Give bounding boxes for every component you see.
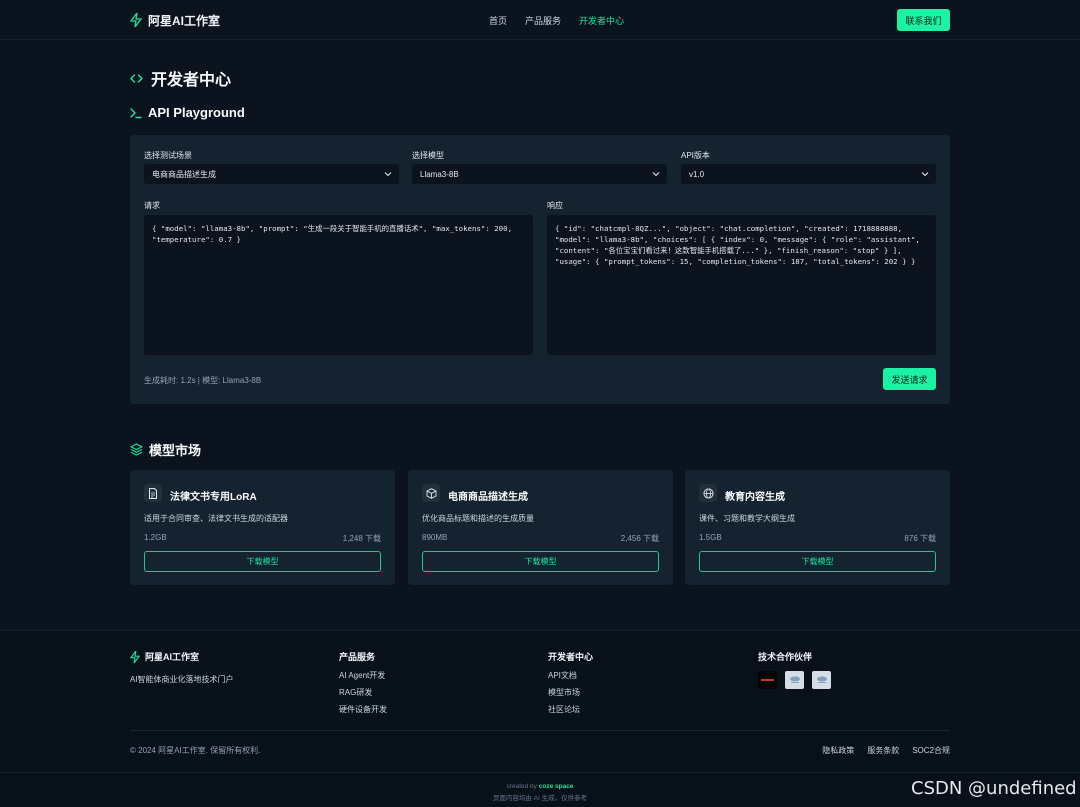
model-label: 选择模型 — [412, 151, 444, 160]
request-editor[interactable]: { "model": "llama3-8b", "prompt": "生成一段关… — [144, 215, 533, 355]
footer-products-column: 产品服务 AI Agent开发 RAG研发 硬件设备开发 — [339, 650, 387, 715]
footer-link[interactable]: RAG研发 — [339, 687, 387, 698]
created-prefix: created by — [506, 783, 537, 790]
lightning-icon — [130, 13, 142, 27]
footer-link[interactable]: API文档 — [548, 670, 593, 681]
footer-link[interactable]: 硬件设备开发 — [339, 704, 387, 715]
scenario-value: 电商商品描述生成 — [152, 169, 216, 179]
partner-logo[interactable] — [758, 671, 777, 689]
main-nav: 首页 产品服务 开发者中心 — [489, 14, 624, 27]
footer-products-title: 产品服务 — [339, 652, 376, 662]
footer-brand: 阿星AI工作室 — [145, 652, 200, 662]
generation-meta: 生成耗时: 1.2s | 模型: Llama3-8B — [144, 376, 262, 385]
card-title: 电商商品描述生成 — [448, 492, 528, 503]
download-model-button[interactable]: 下载模型 — [699, 551, 936, 572]
card-icon-badge — [699, 484, 717, 502]
footer-partners-title: 技术合作伙伴 — [758, 652, 813, 662]
legal-links: 隐私政策 服务条款 SOC2合规 — [822, 745, 950, 756]
playground-heading: API Playground — [130, 105, 245, 120]
send-request-button[interactable]: 发送请求 — [883, 368, 936, 390]
nav-products[interactable]: 产品服务 — [525, 14, 561, 27]
partner-logo[interactable] — [785, 671, 804, 689]
terminal-icon — [130, 107, 142, 118]
footer-developer-column: 开发者中心 API文档 模型市场 社区论坛 — [548, 650, 593, 715]
nav-home[interactable]: 首页 — [489, 14, 507, 27]
box-icon — [426, 487, 436, 499]
card-description: 优化商品标题和描述的生成质量 — [422, 514, 534, 523]
model-value: Llama3-8B — [420, 169, 459, 179]
version-label: API版本 — [681, 151, 710, 160]
card-size: 1.2GB — [144, 533, 167, 542]
footer-dev-title: 开发者中心 — [548, 652, 594, 662]
card-title: 法律文书专用LoRA — [170, 492, 257, 503]
partner-mark — [816, 676, 827, 683]
code-icon — [130, 73, 143, 83]
document-icon — [149, 487, 157, 499]
chevron-down-icon — [921, 172, 929, 177]
page-title: 开发者中心 — [130, 66, 231, 90]
card-size: 1.5GB — [699, 533, 722, 542]
partner-mark — [789, 676, 800, 683]
partner-mark — [761, 679, 774, 681]
csdn-watermark: CSDN @undefined — [911, 778, 1077, 799]
card-downloads: 2,456 下载 — [620, 534, 659, 543]
download-model-button[interactable]: 下载模型 — [422, 551, 659, 572]
top-navbar: 阿星AI工作室 首页 产品服务 开发者中心 联系我们 — [0, 0, 1080, 40]
card-downloads: 876 下载 — [904, 534, 936, 543]
footer-divider — [130, 730, 950, 731]
chevron-down-icon — [652, 172, 660, 177]
card-downloads: 1,248 下载 — [342, 534, 381, 543]
model-card: 法律文书专用LoRA 适用于合同审查、法律文书生成的适配器 1.2GB 1,24… — [130, 470, 395, 585]
response-output: { "id": "chatcmpl-8QZ...", "object": "ch… — [547, 215, 936, 355]
card-icon-badge — [422, 484, 440, 502]
footer-link[interactable]: 模型市场 — [548, 687, 593, 698]
playground-title: API Playground — [148, 105, 245, 120]
page-title-text: 开发者中心 — [151, 72, 232, 89]
request-label: 请求 — [144, 201, 160, 210]
created-brand[interactable]: coze space — [539, 783, 574, 790]
market-title: 模型市场 — [149, 443, 202, 458]
response-label: 响应 — [547, 201, 563, 210]
footer-link[interactable]: AI Agent开发 — [339, 670, 387, 681]
copyright: © 2024 阿星AI工作室. 保留所有权利. — [130, 746, 261, 755]
card-description: 课件、习题和教学大纲生成 — [699, 514, 795, 523]
brand-logo[interactable]: 阿星AI工作室 — [130, 11, 220, 29]
footer-brand-column: 阿星AI工作室 AI智能体商业化落地技术门户 — [130, 650, 234, 685]
footer-tagline: AI智能体商业化落地技术门户 — [130, 675, 234, 684]
brand-name: 阿星AI工作室 — [148, 13, 221, 28]
footer-partners-column: 技术合作伙伴 — [758, 650, 831, 689]
card-size: 890MB — [422, 533, 448, 542]
lightning-icon — [130, 650, 140, 663]
model-card: 电商商品描述生成 优化商品标题和描述的生成质量 890MB 2,456 下载 下… — [408, 470, 673, 585]
contact-us-button[interactable]: 联系我们 — [897, 9, 950, 31]
version-select[interactable]: v1.0 — [681, 164, 936, 184]
api-playground-panel: 选择测试场景 电商商品描述生成 选择模型 Llama3-8B API版本 v1.… — [130, 135, 950, 404]
nav-developer-center[interactable]: 开发者中心 — [579, 14, 624, 27]
scenario-select[interactable]: 电商商品描述生成 — [144, 164, 399, 184]
soc2-link[interactable]: SOC2合规 — [912, 745, 950, 756]
version-value: v1.0 — [689, 169, 705, 179]
layers-icon — [130, 443, 143, 456]
chevron-down-icon — [384, 172, 392, 177]
card-title: 教育内容生成 — [725, 492, 785, 503]
footer-link[interactable]: 社区论坛 — [548, 704, 593, 715]
partner-logo[interactable] — [812, 671, 831, 689]
download-model-button[interactable]: 下载模型 — [144, 551, 381, 572]
scenario-label: 选择测试场景 — [144, 151, 192, 160]
model-select[interactable]: Llama3-8B — [412, 164, 667, 184]
privacy-link[interactable]: 隐私政策 — [822, 745, 854, 756]
globe-icon — [702, 487, 714, 499]
card-icon-badge — [144, 484, 162, 502]
card-description: 适用于合同审查、法律文书生成的适配器 — [144, 514, 288, 523]
market-heading: 模型市场 — [130, 440, 201, 459]
model-card: 教育内容生成 课件、习题和教学大纲生成 1.5GB 876 下载 下载模型 — [685, 470, 950, 585]
terms-link[interactable]: 服务条款 — [867, 745, 899, 756]
